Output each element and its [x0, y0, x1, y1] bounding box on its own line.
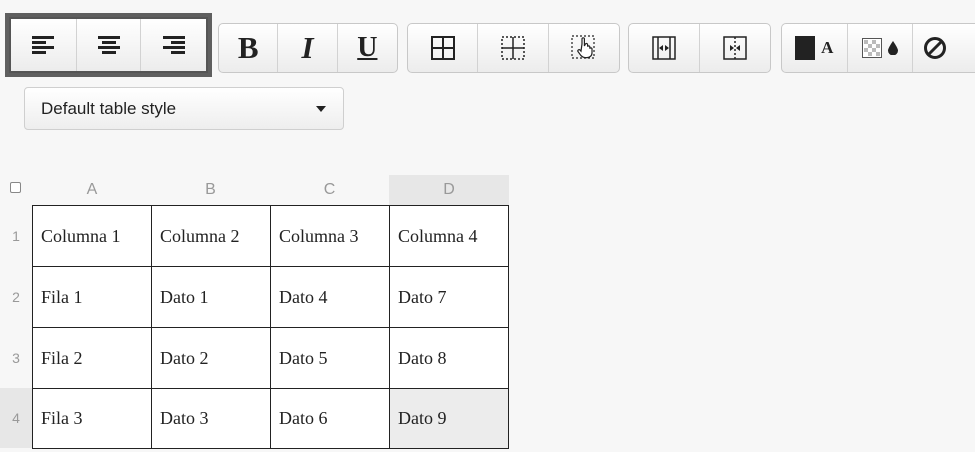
bold-icon: B — [237, 30, 259, 65]
table-border-dashed-button[interactable] — [478, 24, 549, 72]
text-color-button[interactable]: A — [782, 24, 848, 72]
table-cell-b3[interactable]: Dato 2 — [151, 327, 271, 389]
table-cell-a3[interactable]: Fila 2 — [32, 327, 152, 389]
merge-columns-icon — [652, 36, 676, 60]
table-style-dropdown[interactable]: Default table style — [24, 87, 344, 130]
align-center-icon — [97, 36, 120, 54]
table-cell-c1[interactable]: Columna 3 — [270, 205, 390, 267]
table-cell-b2[interactable]: Dato 1 — [151, 266, 271, 328]
align-left-button[interactable] — [11, 19, 77, 71]
merge-columns-button[interactable] — [629, 24, 700, 72]
underline-button[interactable]: U — [338, 24, 397, 72]
column-header-b[interactable]: B — [151, 175, 270, 205]
italic-button[interactable]: I — [278, 24, 338, 72]
table-style-selected: Default table style — [41, 98, 177, 118]
background-color-button[interactable] — [848, 24, 914, 72]
text-color-label: A — [821, 38, 834, 57]
table-cell-c4[interactable]: Dato 6 — [270, 388, 390, 449]
text-color-icon: A — [795, 36, 833, 60]
row-header-2[interactable]: 2 — [0, 266, 32, 327]
row-header-1[interactable]: 1 — [0, 205, 32, 266]
underline-icon: U — [357, 32, 378, 63]
table-border-button[interactable] — [408, 24, 479, 72]
table-cell-a1[interactable]: Columna 1 — [32, 205, 152, 267]
colors-group: A — [781, 23, 975, 73]
align-right-button[interactable] — [141, 19, 206, 71]
select-all-checkbox[interactable] — [10, 182, 21, 193]
table-cell-b4[interactable]: Dato 3 — [151, 388, 271, 449]
row-header-3[interactable]: 3 — [0, 327, 32, 388]
table-hand-icon — [571, 35, 597, 61]
table-cell-c2[interactable]: Dato 4 — [270, 266, 390, 328]
chevron-down-icon — [316, 106, 326, 112]
table-cell-c3[interactable]: Dato 5 — [270, 327, 390, 389]
toolbar: B I U A — [0, 0, 975, 82]
alignment-group — [5, 13, 212, 77]
column-header-d[interactable]: D — [389, 175, 509, 205]
borders-group — [407, 23, 620, 73]
clear-format-icon — [923, 36, 947, 60]
table-cell-d4[interactable]: Dato 9 — [389, 388, 509, 449]
table-cell-d2[interactable]: Dato 7 — [389, 266, 509, 328]
table-cell-a4[interactable]: Fila 3 — [32, 388, 152, 449]
column-header-c[interactable]: C — [270, 175, 389, 205]
table-cell-d1[interactable]: Columna 4 — [389, 205, 509, 267]
align-right-icon — [162, 36, 185, 54]
split-cells-button[interactable] — [700, 24, 771, 72]
table-cell-d3[interactable]: Dato 8 — [389, 327, 509, 389]
clear-format-button[interactable] — [913, 24, 975, 72]
table-hand-button[interactable] — [549, 24, 619, 72]
background-color-icon — [861, 38, 898, 58]
table-cell-b1[interactable]: Columna 2 — [151, 205, 271, 267]
table-border-dashed-icon — [501, 36, 525, 60]
text-color-swatch — [795, 36, 816, 60]
merge-group — [628, 23, 771, 73]
italic-icon: I — [301, 30, 314, 65]
align-left-icon — [32, 36, 55, 54]
table-border-icon — [430, 36, 455, 60]
formatting-group: B I U — [218, 23, 398, 73]
split-cells-icon — [723, 36, 747, 60]
bold-button[interactable]: B — [219, 24, 279, 72]
column-header-a[interactable]: A — [33, 175, 151, 205]
row-header-4[interactable]: 4 — [0, 388, 32, 448]
table-cell-a2[interactable]: Fila 1 — [32, 266, 152, 328]
align-center-button[interactable] — [76, 19, 142, 71]
